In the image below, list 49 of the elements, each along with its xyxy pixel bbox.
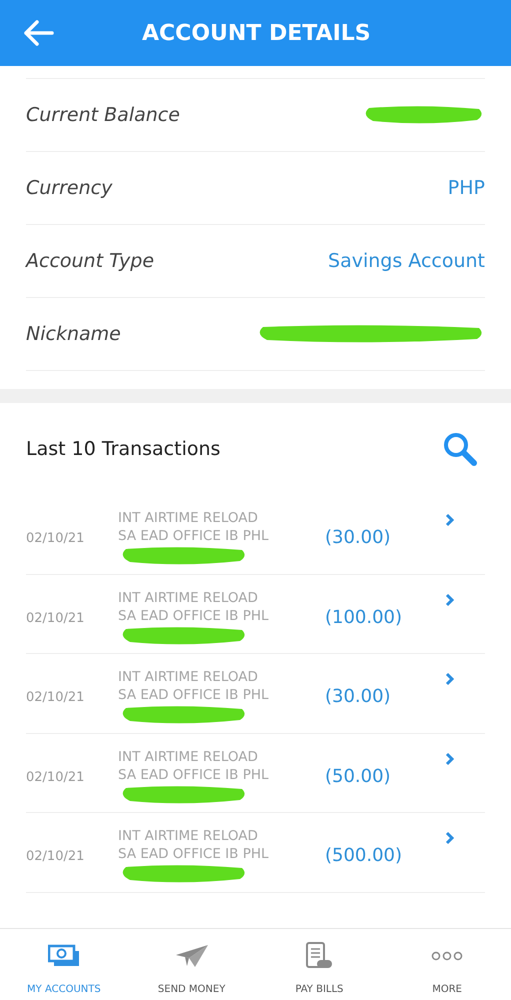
nav-tab[interactable]: MORE bbox=[383, 929, 511, 1000]
transaction-description: SA EAD OFFICE IB PHL bbox=[118, 845, 270, 863]
transaction-description: INT AIRTIME RELOAD bbox=[118, 588, 259, 606]
nav-tab[interactable]: SEND MONEY bbox=[128, 929, 256, 1000]
transaction-row[interactable]: 02/10/21 INT AIRTIME RELOAD SA EAD OFFICE IB PHL (50.00) bbox=[26, 734, 485, 813]
transaction-description: SA EAD OFFICE IB PHL bbox=[118, 766, 270, 784]
transaction-description: SA EAD OFFICE IB PHL bbox=[118, 527, 270, 545]
transaction-amount: (30.00) bbox=[325, 526, 392, 550]
page-title: ACCOUNT DETAILS bbox=[142, 20, 371, 48]
transaction-description: INT AIRTIME RELOAD bbox=[118, 827, 259, 845]
search-button[interactable] bbox=[443, 432, 477, 466]
transaction-description: SA EAD OFFICE IB PHL bbox=[118, 606, 270, 624]
transaction-date: 02/10/21 bbox=[26, 689, 86, 707]
transaction-amount: (100.00) bbox=[325, 606, 404, 630]
detail-label: Current Balance bbox=[26, 102, 180, 128]
transaction-date: 02/10/21 bbox=[26, 530, 86, 548]
detail-label: Nickname bbox=[26, 322, 121, 347]
chevron-right-icon bbox=[445, 513, 455, 527]
detail-value: Savings Account bbox=[328, 248, 485, 274]
nav-tab[interactable]: MY ACCOUNTS bbox=[0, 929, 128, 1000]
search-icon bbox=[443, 432, 477, 466]
chevron-right-icon bbox=[445, 592, 455, 606]
chevron-right-icon bbox=[445, 752, 455, 766]
chevron-right-icon bbox=[445, 831, 455, 845]
more-icon bbox=[431, 951, 464, 961]
receipt-icon bbox=[305, 942, 334, 970]
transaction-description: INT AIRTIME RELOAD bbox=[118, 509, 259, 527]
transaction-description: INT AIRTIME RELOAD bbox=[118, 668, 259, 686]
paper-plane-icon bbox=[174, 944, 209, 968]
transaction-amount: (30.00) bbox=[325, 685, 392, 709]
detail-label: Currency bbox=[26, 176, 112, 201]
nav-tab[interactable]: PAY BILLS bbox=[256, 929, 384, 1000]
transaction-date: 02/10/21 bbox=[26, 610, 86, 628]
transaction-row[interactable]: 02/10/21 INT AIRTIME RELOAD SA EAD OFFICE IB PHL (30.00) bbox=[26, 495, 485, 574]
detail-label: Account Type bbox=[26, 248, 154, 274]
transaction-amount: (50.00) bbox=[325, 764, 392, 788]
section-title: Last 10 Transactions bbox=[26, 436, 220, 462]
transaction-row[interactable]: 02/10/21 INT AIRTIME RELOAD SA EAD OFFICE IB PHL (100.00) bbox=[26, 574, 485, 654]
detail-value: PHP bbox=[448, 176, 485, 201]
transaction-description: SA EAD OFFICE IB PHL bbox=[118, 686, 270, 704]
transaction-date: 02/10/21 bbox=[26, 848, 86, 866]
transaction-date: 02/10/21 bbox=[26, 768, 86, 786]
back-arrow-icon bbox=[22, 19, 54, 47]
chevron-right-icon bbox=[445, 672, 455, 686]
transaction-description: INT AIRTIME RELOAD bbox=[118, 748, 259, 766]
transaction-row[interactable]: 02/10/21 INT AIRTIME RELOAD SA EAD OFFICE IB PHL (30.00) bbox=[26, 654, 485, 734]
transaction-row[interactable]: 02/10/21 INT AIRTIME RELOAD SA EAD OFFICE IB PHL (500.00) bbox=[26, 813, 485, 892]
transaction-amount: (500.00) bbox=[325, 844, 404, 868]
banknote-icon bbox=[48, 944, 80, 968]
